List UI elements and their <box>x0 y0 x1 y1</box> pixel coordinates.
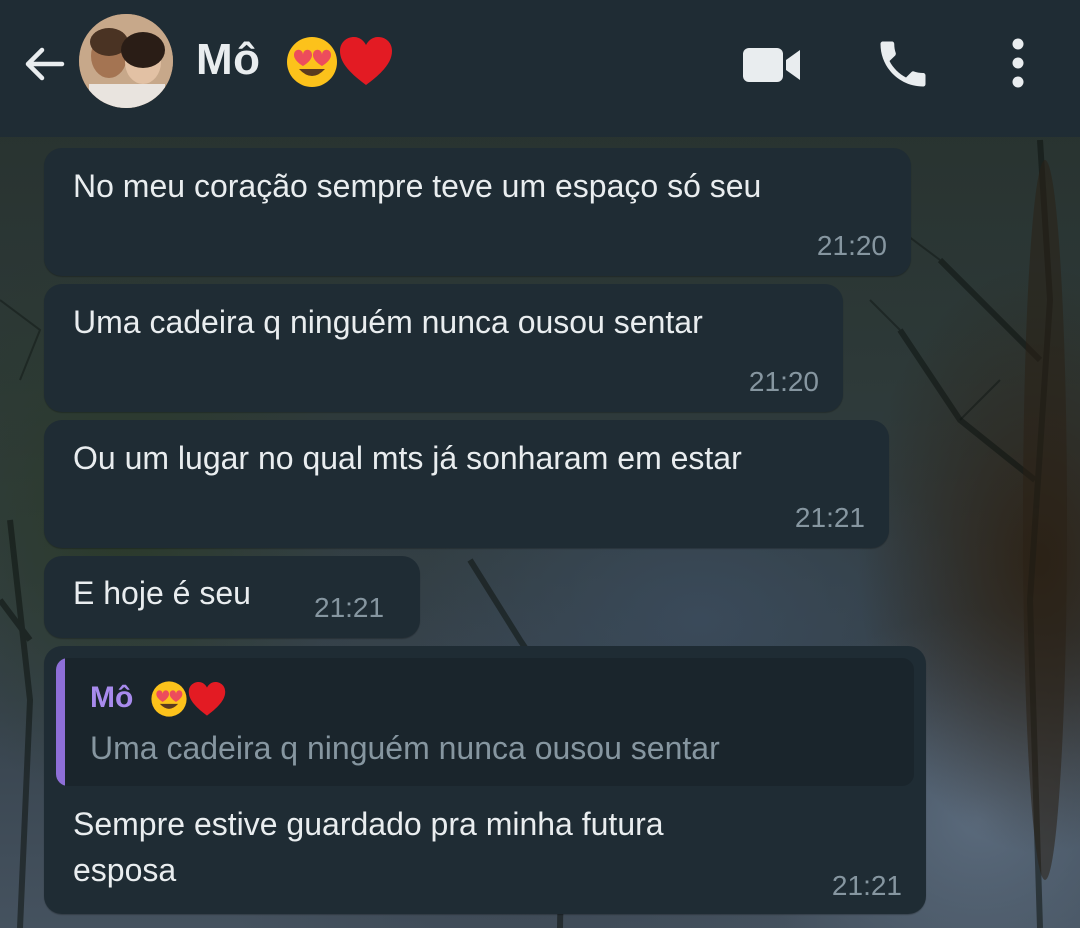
video-call-button[interactable] <box>740 40 804 90</box>
quoted-author-text: Mô <box>90 680 134 714</box>
heart-eyes-emoji-icon <box>287 37 338 88</box>
more-options-button[interactable] <box>996 34 1040 94</box>
message-text: Uma cadeira q ninguém nunca ousou sentar <box>73 304 703 340</box>
quote-accent-bar <box>56 658 65 786</box>
contact-avatar[interactable] <box>79 14 173 108</box>
message-text-line-2: esposa <box>73 852 177 888</box>
avatar-photo <box>79 14 173 108</box>
voice-call-button[interactable] <box>872 34 934 94</box>
quoted-text: Uma cadeira q ninguém nunca ousou sentar <box>90 730 720 766</box>
quoted-message[interactable]: Mô Uma cadeira q ninguém nunca ousou sen… <box>56 658 914 786</box>
back-button[interactable] <box>16 36 72 92</box>
message-time: 21:20 <box>816 230 887 261</box>
quoted-author: Mô <box>90 680 226 718</box>
message-time: 21:21 <box>314 592 385 623</box>
heart-eyes-emoji-icon <box>151 681 187 717</box>
message-text: E hoje é seu <box>73 575 251 611</box>
message-bubble[interactable]: Uma cadeira q ninguém nunca ousou sentar… <box>44 284 843 412</box>
message-text: Ou um lugar no qual mts já sonharam em e… <box>73 440 742 476</box>
message-bubble[interactable]: E hoje é seu 21:21 <box>44 556 420 638</box>
phone-icon <box>880 41 926 87</box>
chat-header: Mô <box>0 0 1080 137</box>
more-vert-icon <box>1012 38 1024 88</box>
message-bubble[interactable]: Ou um lugar no qual mts já sonharam em e… <box>44 420 889 548</box>
message-bubble[interactable]: No meu coração sempre teve um espaço só … <box>44 148 911 276</box>
message-text: No meu coração sempre teve um espaço só … <box>73 168 762 204</box>
message-time: 21:21 <box>794 502 865 533</box>
red-heart-emoji-icon <box>188 681 225 716</box>
red-heart-emoji-icon <box>340 37 393 86</box>
message-time: 21:20 <box>748 366 819 397</box>
back-arrow-icon <box>25 47 65 81</box>
contact-name[interactable]: Mô <box>196 35 393 89</box>
video-camera-icon <box>743 48 800 82</box>
message-text-line-1: Sempre estive guardado pra minha futura <box>73 806 664 842</box>
reply-message-bubble[interactable]: Mô Uma cadeira q ninguém nunca ousou sen… <box>44 646 926 914</box>
contact-name-text: Mô <box>196 35 261 84</box>
message-time: 21:21 <box>831 870 902 901</box>
